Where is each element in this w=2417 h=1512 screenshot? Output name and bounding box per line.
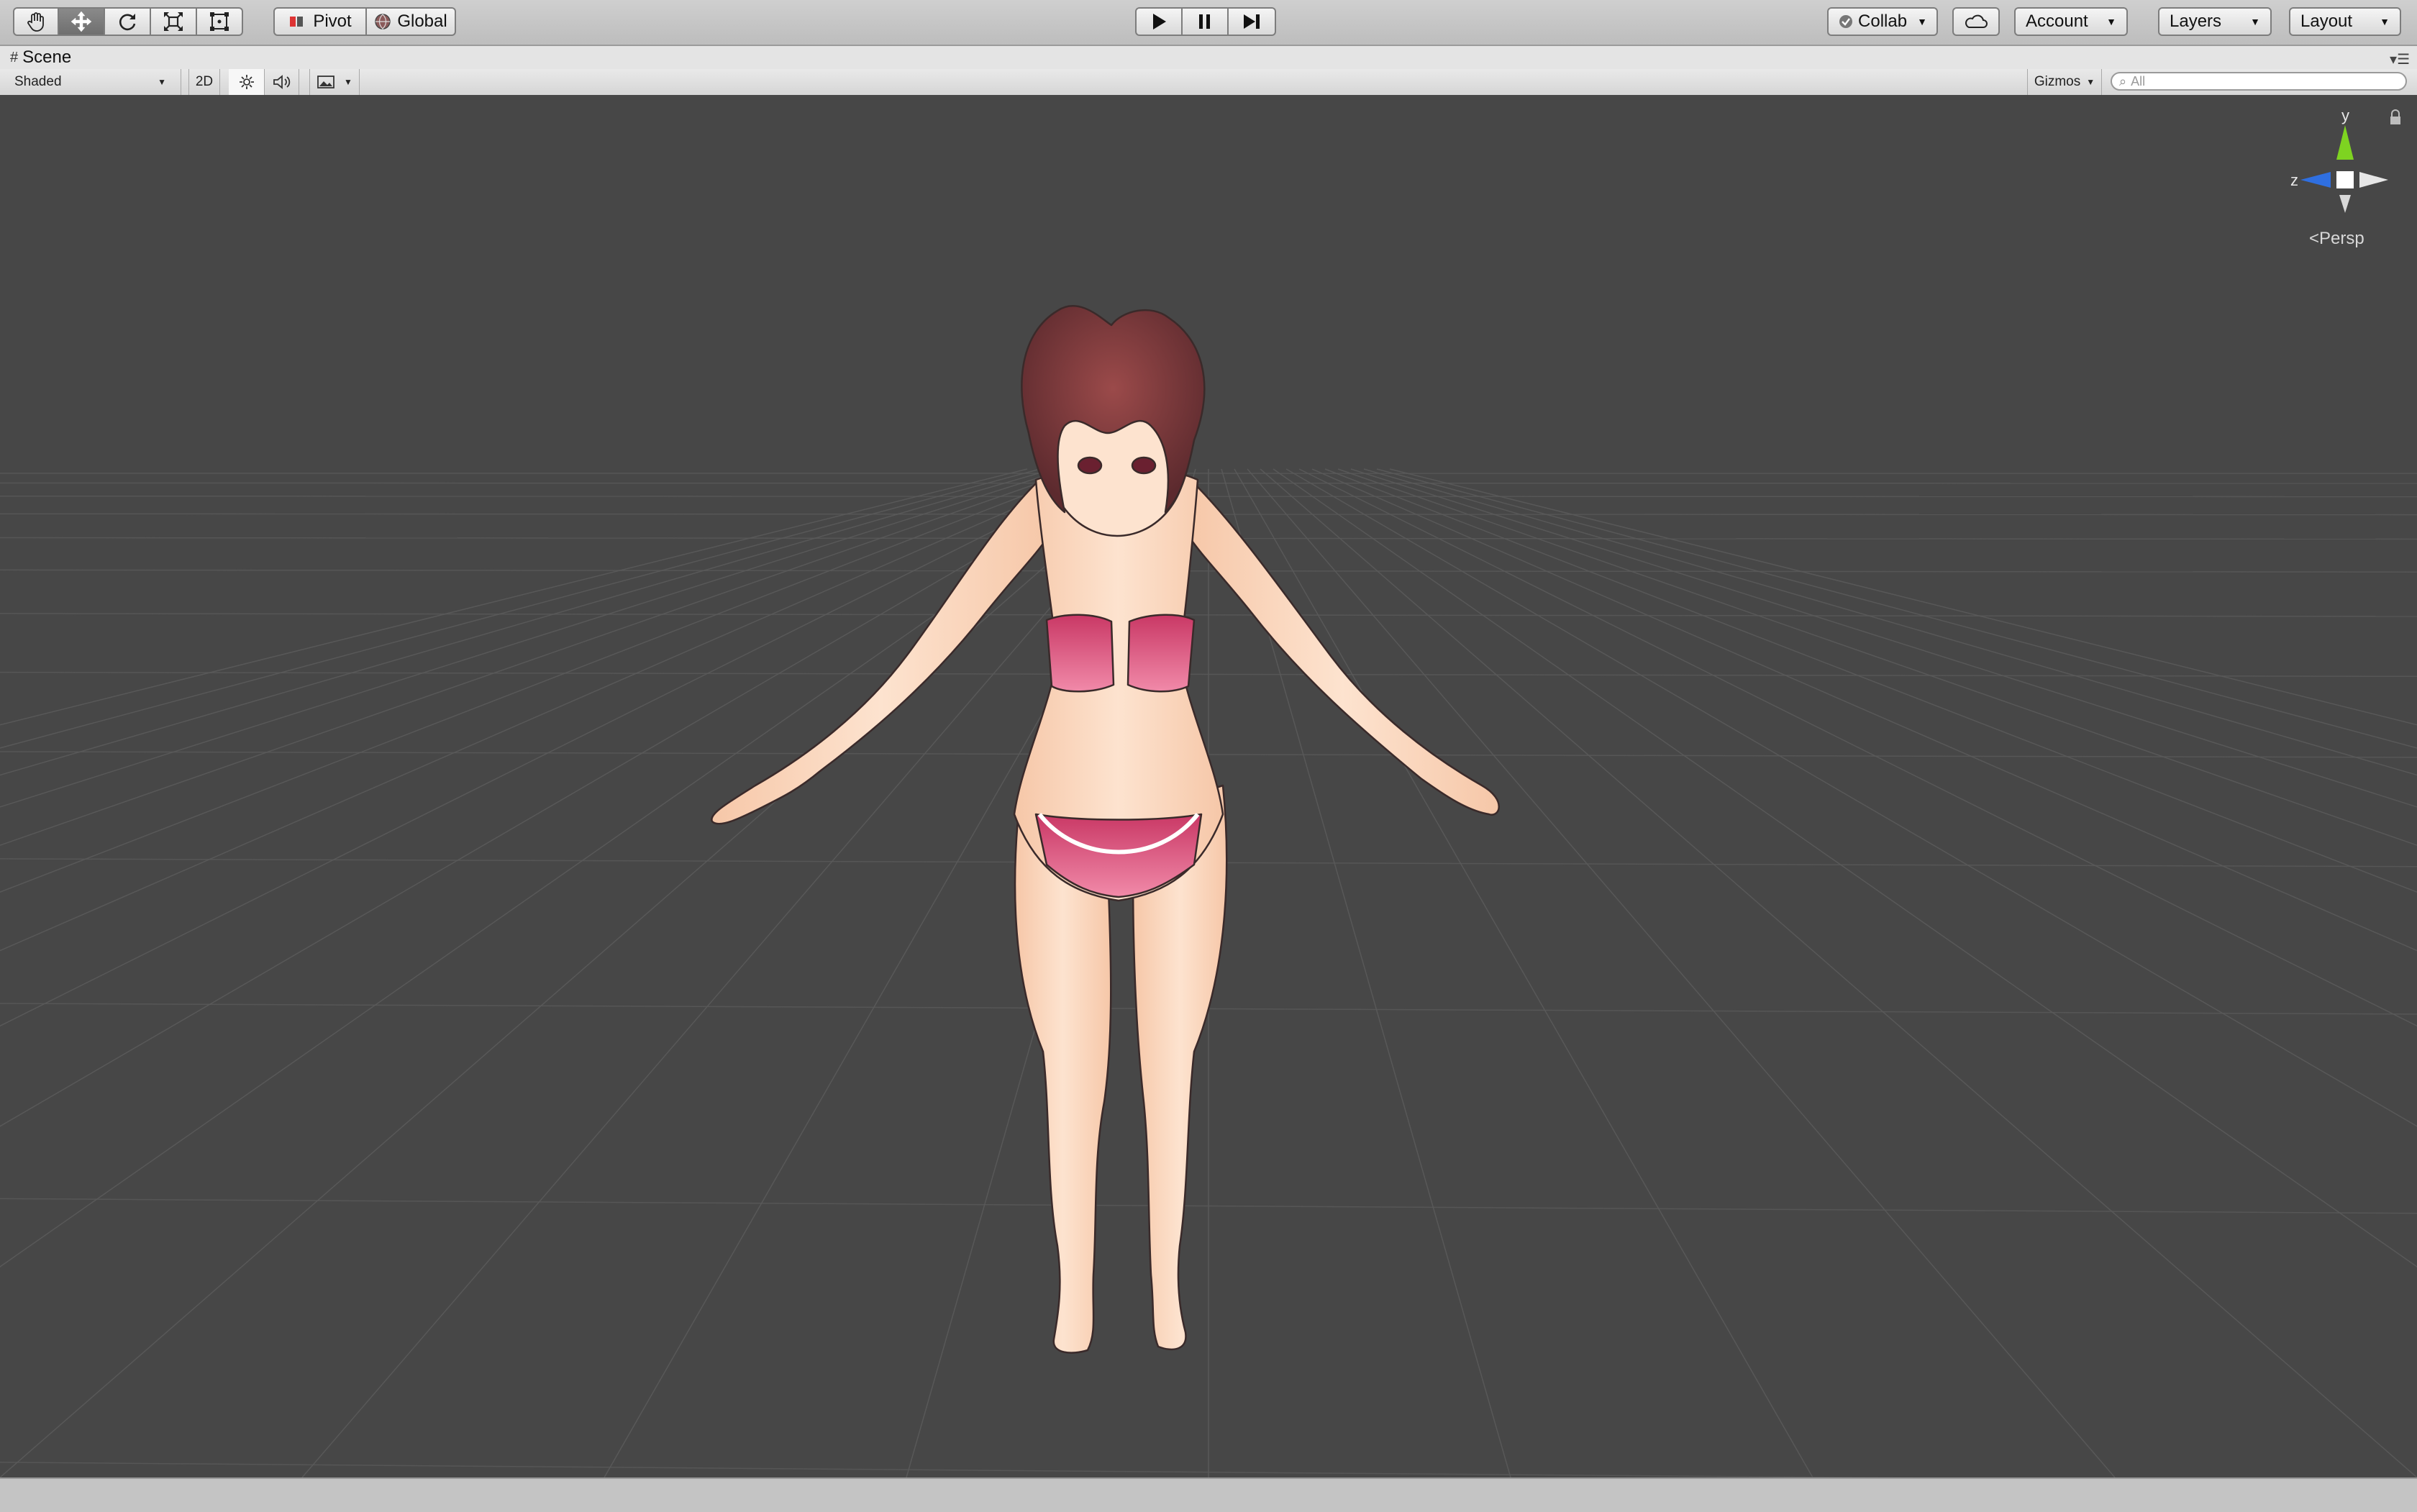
account-group: Account ▼: [2014, 7, 2128, 36]
layers-dropdown[interactable]: Layers ▼: [2158, 7, 2272, 36]
scale-icon: [163, 11, 184, 32]
rotate-icon: [117, 11, 138, 32]
layout-dropdown[interactable]: Layout ▼: [2289, 7, 2401, 36]
status-bar: [0, 1477, 2417, 1512]
speaker-icon: [273, 74, 291, 90]
lock-icon[interactable]: [2388, 109, 2403, 127]
projection-label: Persp: [2319, 229, 2364, 248]
step-icon: [1242, 12, 1262, 31]
orientation-gizmo[interactable]: y z: [2280, 105, 2410, 249]
panel-menu-icon[interactable]: ▾☰: [2390, 50, 2410, 68]
layers-label: Layers: [2170, 12, 2221, 32]
gizmos-dropdown[interactable]: Gizmos ▼: [2027, 69, 2102, 95]
rect-tool-button[interactable]: [197, 7, 243, 36]
scene-tab[interactable]: # Scene: [10, 46, 71, 69]
pivot-icon: [288, 14, 307, 29]
audio-toggle-button[interactable]: [265, 69, 299, 95]
collab-dropdown[interactable]: Collab ▼: [1827, 7, 1938, 36]
lighting-toggle-button[interactable]: [229, 69, 265, 95]
pivot-toggles: Pivot Global: [273, 7, 456, 36]
play-icon: [1150, 12, 1168, 31]
layers-group: Layers ▼: [2158, 7, 2272, 36]
step-button[interactable]: [1229, 7, 1276, 36]
rect-transform-icon: [209, 11, 230, 32]
hand-icon: [25, 11, 47, 32]
scene-tab-bar: # Scene ▾☰: [0, 46, 2417, 70]
layout-label: Layout: [2300, 12, 2352, 32]
cloud-icon: [1963, 14, 1989, 29]
z-axis-cone[interactable]: z: [2290, 171, 2331, 189]
scale-tool-button[interactable]: [151, 7, 197, 36]
cloud-group: [1952, 7, 2000, 36]
main-toolbar: Pivot Global Collab ▼: [0, 0, 2417, 46]
projection-toggle[interactable]: <Persp: [2309, 229, 2364, 249]
shading-mode-label: Shaded: [14, 74, 62, 90]
dropdown-arrow-icon: ▼: [2106, 16, 2116, 27]
collab-group: Collab ▼: [1827, 7, 1938, 36]
pause-button[interactable]: [1183, 7, 1229, 36]
sun-icon: [238, 73, 255, 91]
effects-dropdown[interactable]: ▼: [309, 69, 360, 95]
z-axis-label: z: [2290, 171, 2298, 189]
global-label: Global: [397, 12, 447, 32]
2d-toggle-button[interactable]: 2D: [188, 69, 220, 95]
gizmo-center-cube[interactable]: [2336, 171, 2354, 188]
dropdown-arrow-icon: ▼: [2086, 77, 2095, 87]
dropdown-arrow-icon: ▼: [2250, 16, 2260, 27]
scene-grid-icon: #: [10, 50, 18, 66]
scene-viewport[interactable]: y z <Persp: [0, 95, 2417, 1477]
neg-y-axis-cone[interactable]: [2339, 195, 2351, 213]
account-label: Account: [2026, 12, 2088, 32]
2d-label: 2D: [196, 74, 213, 90]
playback-controls: [1135, 7, 1276, 36]
collab-label: Collab: [1858, 12, 1907, 32]
move-tool-button[interactable]: [59, 7, 105, 36]
character-model[interactable]: [0, 95, 2417, 1477]
scene-search-input[interactable]: [2129, 73, 2377, 90]
search-icon: ⌕: [2119, 74, 2126, 89]
persp-arrow-icon: <: [2309, 229, 2319, 248]
checkmark-circle-icon: [1838, 14, 1854, 29]
y-axis-cone[interactable]: y: [2336, 106, 2354, 160]
pause-icon: [1196, 12, 1214, 31]
scene-search-field[interactable]: ⌕: [2111, 72, 2407, 91]
dropdown-arrow-icon: ▼: [1917, 16, 1927, 27]
move-arrows-icon: [70, 10, 93, 33]
dropdown-arrow-icon: ▼: [2380, 16, 2390, 27]
cloud-button[interactable]: [1952, 7, 2000, 36]
transform-tools: [13, 7, 243, 36]
scene-tab-label: Scene: [22, 47, 71, 68]
gizmos-label: Gizmos: [2034, 74, 2080, 90]
shading-mode-dropdown[interactable]: Shaded ▼: [0, 69, 181, 95]
dropdown-arrow-icon: ▼: [344, 77, 352, 87]
layout-group: Layout ▼: [2289, 7, 2401, 36]
account-dropdown[interactable]: Account ▼: [2014, 7, 2128, 36]
pivot-button[interactable]: Pivot: [273, 7, 367, 36]
x-axis-cone[interactable]: [2359, 172, 2388, 188]
hand-tool-button[interactable]: [13, 7, 59, 36]
dropdown-arrow-icon: ▼: [158, 77, 166, 87]
play-button[interactable]: [1135, 7, 1183, 36]
bikini-top: [1047, 615, 1114, 692]
rotate-tool-button[interactable]: [105, 7, 151, 36]
character-body: [711, 306, 1498, 1352]
scene-toolbar: Shaded ▼ 2D ▼ Gizmos ▼ ⌕: [0, 69, 2417, 96]
image-effects-icon: [317, 75, 335, 89]
y-axis-label: y: [2341, 106, 2349, 124]
pivot-label: Pivot: [313, 12, 351, 32]
globe-icon: [374, 13, 391, 30]
global-button[interactable]: Global: [367, 7, 456, 36]
